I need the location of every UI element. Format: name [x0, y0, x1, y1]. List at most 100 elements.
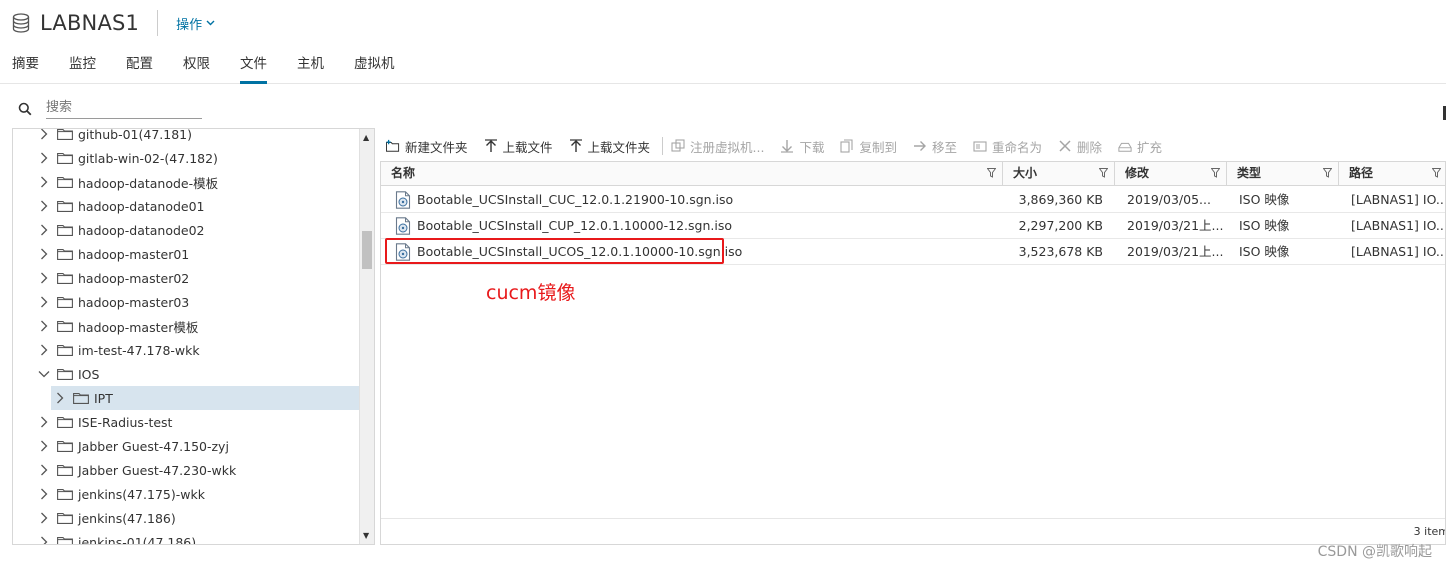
tree-item[interactable]: im-test-47.178-wkk: [13, 338, 360, 362]
tab-files[interactable]: 文件: [240, 54, 267, 84]
tree-item[interactable]: IOS: [13, 362, 360, 386]
actions-menu[interactable]: 操作: [176, 14, 215, 33]
tab-configure[interactable]: 配置: [126, 54, 153, 84]
chevron-right-icon[interactable]: [37, 319, 51, 333]
column-label: 类型: [1237, 166, 1262, 180]
tree-item[interactable]: github-01(47.181): [13, 128, 360, 146]
toolbar-button-label: 移至: [932, 139, 958, 155]
tab-hosts[interactable]: 主机: [297, 54, 324, 84]
toolbar-button-register-vm[interactable]: 注册虚拟机...: [671, 137, 764, 156]
actions-label: 操作: [176, 17, 203, 33]
upload-icon: [569, 139, 583, 153]
tree-item[interactable]: jenkins(47.175)-wkk: [13, 482, 360, 506]
toolbar-button-upload[interactable]: 上载文件夹: [569, 137, 650, 156]
column-header-path[interactable]: 路径: [1339, 162, 1445, 186]
tree-item-label: hadoop-master02: [78, 270, 190, 286]
file-toolbar: 新建文件夹 上载文件 上载文件夹 注册虚拟机... 下载 复制到 移至 重命名为 删除 扩充: [386, 136, 1178, 156]
chevron-right-icon[interactable]: [37, 247, 51, 261]
chevron-right-icon[interactable]: [37, 129, 51, 141]
tree-item[interactable]: ISE-Radius-test: [13, 410, 360, 434]
toolbar-button-delete[interactable]: 删除: [1058, 137, 1102, 156]
tab-vms[interactable]: 虚拟机: [354, 54, 395, 84]
tree-item-label: Jabber Guest-47.150-zyj: [78, 438, 229, 454]
folder-icon: [57, 489, 73, 500]
rename-icon: [973, 139, 987, 153]
column-header-name[interactable]: 名称: [381, 162, 1003, 186]
tree-item[interactable]: jenkins(47.186): [13, 506, 360, 530]
chevron-right-icon[interactable]: [37, 511, 51, 525]
toolbar-button-move[interactable]: 移至: [913, 137, 957, 156]
iso-file-icon: [395, 191, 411, 209]
folder-icon: [57, 465, 73, 476]
chevron-right-icon[interactable]: [37, 199, 51, 213]
tree-list: github-01(47.181) gitlab-win-02-(47.182) h…: [13, 128, 360, 544]
tab-permissions[interactable]: 权限: [183, 54, 210, 84]
chevron-right-icon[interactable]: [37, 463, 51, 477]
tree-item[interactable]: gitlab-win-02-(47.182): [13, 146, 360, 170]
chevron-right-icon[interactable]: [37, 151, 51, 165]
search-input[interactable]: [46, 98, 202, 119]
folder-icon: [57, 417, 73, 428]
chevron-right-icon[interactable]: [37, 295, 51, 309]
chevron-right-icon[interactable]: [37, 343, 51, 357]
toolbar-button-rename[interactable]: 重命名为: [973, 137, 1042, 156]
tree-item[interactable]: hadoop-master02: [13, 266, 360, 290]
cell-name: Bootable_UCSInstall_CUP_12.0.1.10000-12.…: [395, 213, 985, 239]
column-header-modified[interactable]: 修改: [1115, 162, 1227, 186]
table-row[interactable]: Bootable_UCSInstall_CUC_12.0.1.21900-10.…: [381, 187, 1445, 213]
tree-item[interactable]: hadoop-datanode-模板: [13, 170, 360, 194]
chevron-right-icon[interactable]: [37, 487, 51, 501]
tree-item[interactable]: Jabber Guest-47.150-zyj: [13, 434, 360, 458]
page-title: LABNAS1: [40, 11, 140, 35]
chevron-right-icon[interactable]: [37, 223, 51, 237]
toolbar-button-upload[interactable]: 上载文件: [484, 137, 553, 156]
toolbar-button-new-folder[interactable]: 新建文件夹: [386, 137, 468, 156]
scroll-down-icon[interactable]: ▼: [363, 531, 369, 540]
tree-item[interactable]: hadoop-master模板: [13, 314, 360, 338]
filter-icon[interactable]: [1211, 168, 1220, 178]
tree-item[interactable]: hadoop-master03: [13, 290, 360, 314]
cell-type: ISO 映像: [1239, 244, 1290, 259]
tree-item-label: github-01(47.181): [78, 128, 192, 142]
chevron-right-icon[interactable]: [37, 271, 51, 285]
filter-icon[interactable]: [987, 168, 996, 178]
column-label: 路径: [1349, 166, 1374, 180]
table-row[interactable]: Bootable_UCSInstall_CUP_12.0.1.10000-12.…: [381, 213, 1445, 239]
tree-item[interactable]: Jabber Guest-47.230-wkk: [13, 458, 360, 482]
tree-item[interactable]: hadoop-datanode02: [13, 218, 360, 242]
tab-monitor[interactable]: 监控: [69, 54, 96, 84]
column-header-size[interactable]: 大小: [1003, 162, 1115, 186]
toolbar-button-inflate[interactable]: 扩充: [1118, 137, 1162, 156]
scroll-up-icon[interactable]: ▲: [363, 133, 369, 142]
cell-type: ISO 映像: [1239, 218, 1290, 233]
chevron-right-icon[interactable]: [37, 535, 51, 544]
tree-item-label: im-test-47.178-wkk: [78, 342, 200, 358]
chevron-down-icon[interactable]: [37, 367, 51, 381]
chevron-right-icon[interactable]: [37, 175, 51, 189]
column-header-type[interactable]: 类型: [1227, 162, 1339, 186]
cell-modified: 2019/03/21上...: [1127, 218, 1223, 233]
tab-summary[interactable]: 摘要: [12, 54, 39, 84]
chevron-right-icon[interactable]: [53, 391, 67, 405]
tree-item[interactable]: hadoop-master01: [13, 242, 360, 266]
filter-icon[interactable]: [1432, 168, 1441, 178]
toolbar-button-copy[interactable]: 复制到: [840, 137, 897, 156]
scrollbar-thumb[interactable]: [362, 231, 372, 269]
cell-type: ISO 映像: [1239, 192, 1290, 207]
folder-icon: [57, 513, 73, 524]
tree-item[interactable]: jenkins-01(47.186): [13, 530, 360, 544]
chevron-right-icon[interactable]: [37, 415, 51, 429]
tree-scrollbar[interactable]: ▲ ▼: [359, 129, 374, 544]
tree-item[interactable]: hadoop-datanode01: [13, 194, 360, 218]
toolbar-button-download[interactable]: 下载: [780, 137, 824, 156]
toolbar-button-label: 扩充: [1137, 139, 1163, 155]
filter-icon[interactable]: [1099, 168, 1108, 178]
tree-item[interactable]: IPT: [51, 386, 360, 410]
search-bar: [18, 98, 202, 119]
folder-icon: [57, 249, 73, 260]
filter-icon[interactable]: [1323, 168, 1332, 178]
watermark: CSDN @凯歌响起: [1317, 544, 1432, 560]
folder-icon: [57, 537, 73, 544]
cell-size: 3,523,678 KB: [1018, 244, 1103, 259]
chevron-right-icon[interactable]: [37, 439, 51, 453]
